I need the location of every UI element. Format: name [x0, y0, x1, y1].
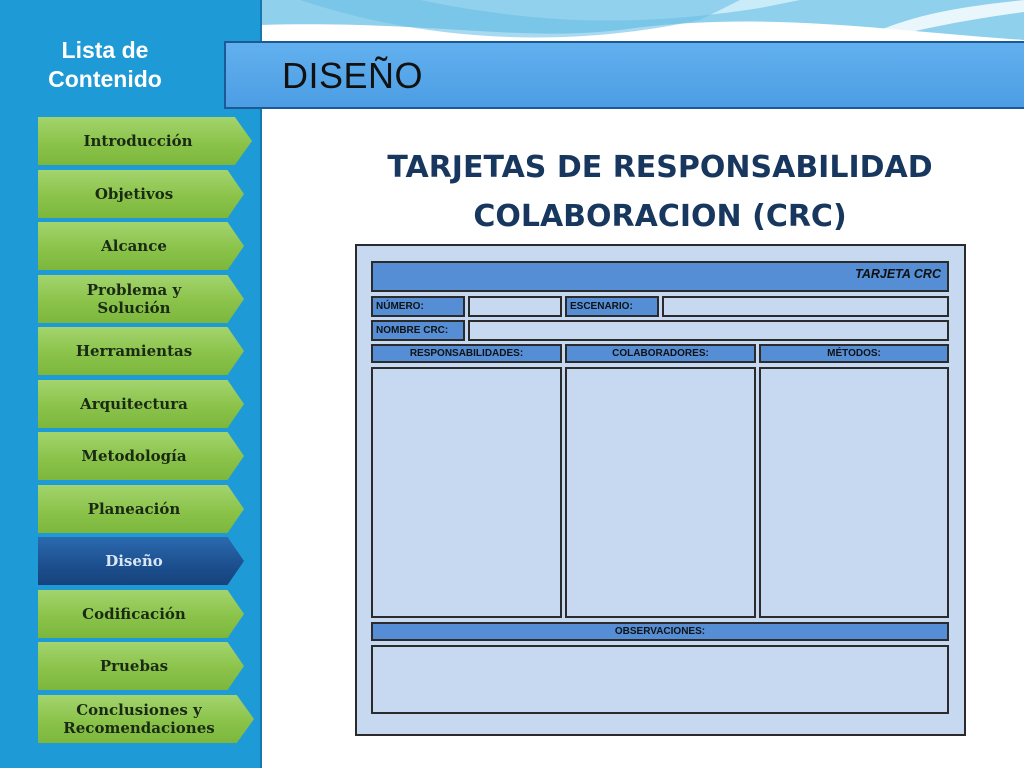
sidebar-item-diseno[interactable]: Diseño	[38, 537, 244, 585]
sidebar-title: Lista de Contenido	[0, 36, 210, 94]
observaciones-header: OBSERVACIONES:	[371, 622, 949, 641]
sidebar-item-label: Conclusiones y Recomendaciones	[63, 701, 215, 737]
sidebar-item-problema-solucion[interactable]: Problema y Solución	[38, 275, 244, 323]
sidebar-item-planeacion[interactable]: Planeación	[38, 485, 244, 533]
section-title-line2: COLABORACION (CRC)	[473, 199, 847, 234]
sidebar-item-label: Codificación	[82, 605, 186, 623]
sidebar-item-label: Herramientas	[75, 342, 193, 360]
sidebar-item-label: Metodología	[81, 447, 187, 465]
sidebar-item-label: Arquitectura	[80, 395, 188, 413]
escenario-label: ESCENARIO:	[565, 296, 659, 317]
sidebar-item-alcance[interactable]: Alcance	[38, 222, 244, 270]
crc-card-header: TARJETA CRC	[371, 261, 949, 292]
colaboradores-header: COLABORADORES:	[565, 344, 756, 363]
nombre-crc-label: NOMBRE CRC:	[371, 320, 465, 341]
sidebar-item-label: Pruebas	[99, 657, 169, 675]
metodos-header: MÉTODOS:	[759, 344, 949, 363]
header-bar: DISEÑO	[224, 41, 1024, 109]
sidebar-title-line2: Contenido	[48, 66, 162, 92]
responsabilidades-header: RESPONSABILIDADES:	[371, 344, 562, 363]
sidebar: Lista de Contenido Introducción Objetivo…	[0, 0, 262, 768]
escenario-field	[662, 296, 949, 317]
sidebar-item-label: Introducción	[83, 132, 193, 150]
sidebar-item-label: Objetivos	[94, 185, 174, 203]
nombre-crc-field	[468, 320, 949, 341]
sidebar-item-label: Alcance	[101, 237, 167, 255]
sidebar-item-pruebas[interactable]: Pruebas	[38, 642, 244, 690]
numero-label: NÚMERO:	[371, 296, 465, 317]
colaboradores-area	[565, 367, 756, 618]
observaciones-area	[371, 645, 949, 714]
metodos-area	[759, 367, 949, 618]
section-title-line1: TARJETAS DE RESPONSABILIDAD	[387, 150, 933, 185]
crc-card: TARJETA CRC NÚMERO: ESCENARIO: NOMBRE CR…	[355, 244, 966, 736]
sidebar-item-introduccion[interactable]: Introducción	[38, 117, 252, 165]
sidebar-item-codificacion[interactable]: Codificación	[38, 590, 244, 638]
page-title: DISEÑO	[282, 55, 424, 96]
section-title: TARJETAS DE RESPONSABILIDAD COLABORACION…	[340, 143, 980, 241]
sidebar-item-conclusiones[interactable]: Conclusiones y Recomendaciones	[38, 695, 254, 743]
numero-field	[468, 296, 562, 317]
sidebar-item-label: Diseño	[105, 552, 163, 570]
sidebar-item-label: Problema y Solución	[86, 281, 182, 317]
crc-card-title: TARJETA CRC	[855, 267, 941, 281]
sidebar-item-herramientas[interactable]: Herramientas	[38, 327, 244, 375]
sidebar-item-label: Planeación	[87, 500, 181, 518]
sidebar-title-line1: Lista de	[61, 37, 149, 63]
responsabilidades-area	[371, 367, 562, 618]
sidebar-item-arquitectura[interactable]: Arquitectura	[38, 380, 244, 428]
sidebar-item-objetivos[interactable]: Objetivos	[38, 170, 244, 218]
sidebar-item-metodologia[interactable]: Metodología	[38, 432, 244, 480]
